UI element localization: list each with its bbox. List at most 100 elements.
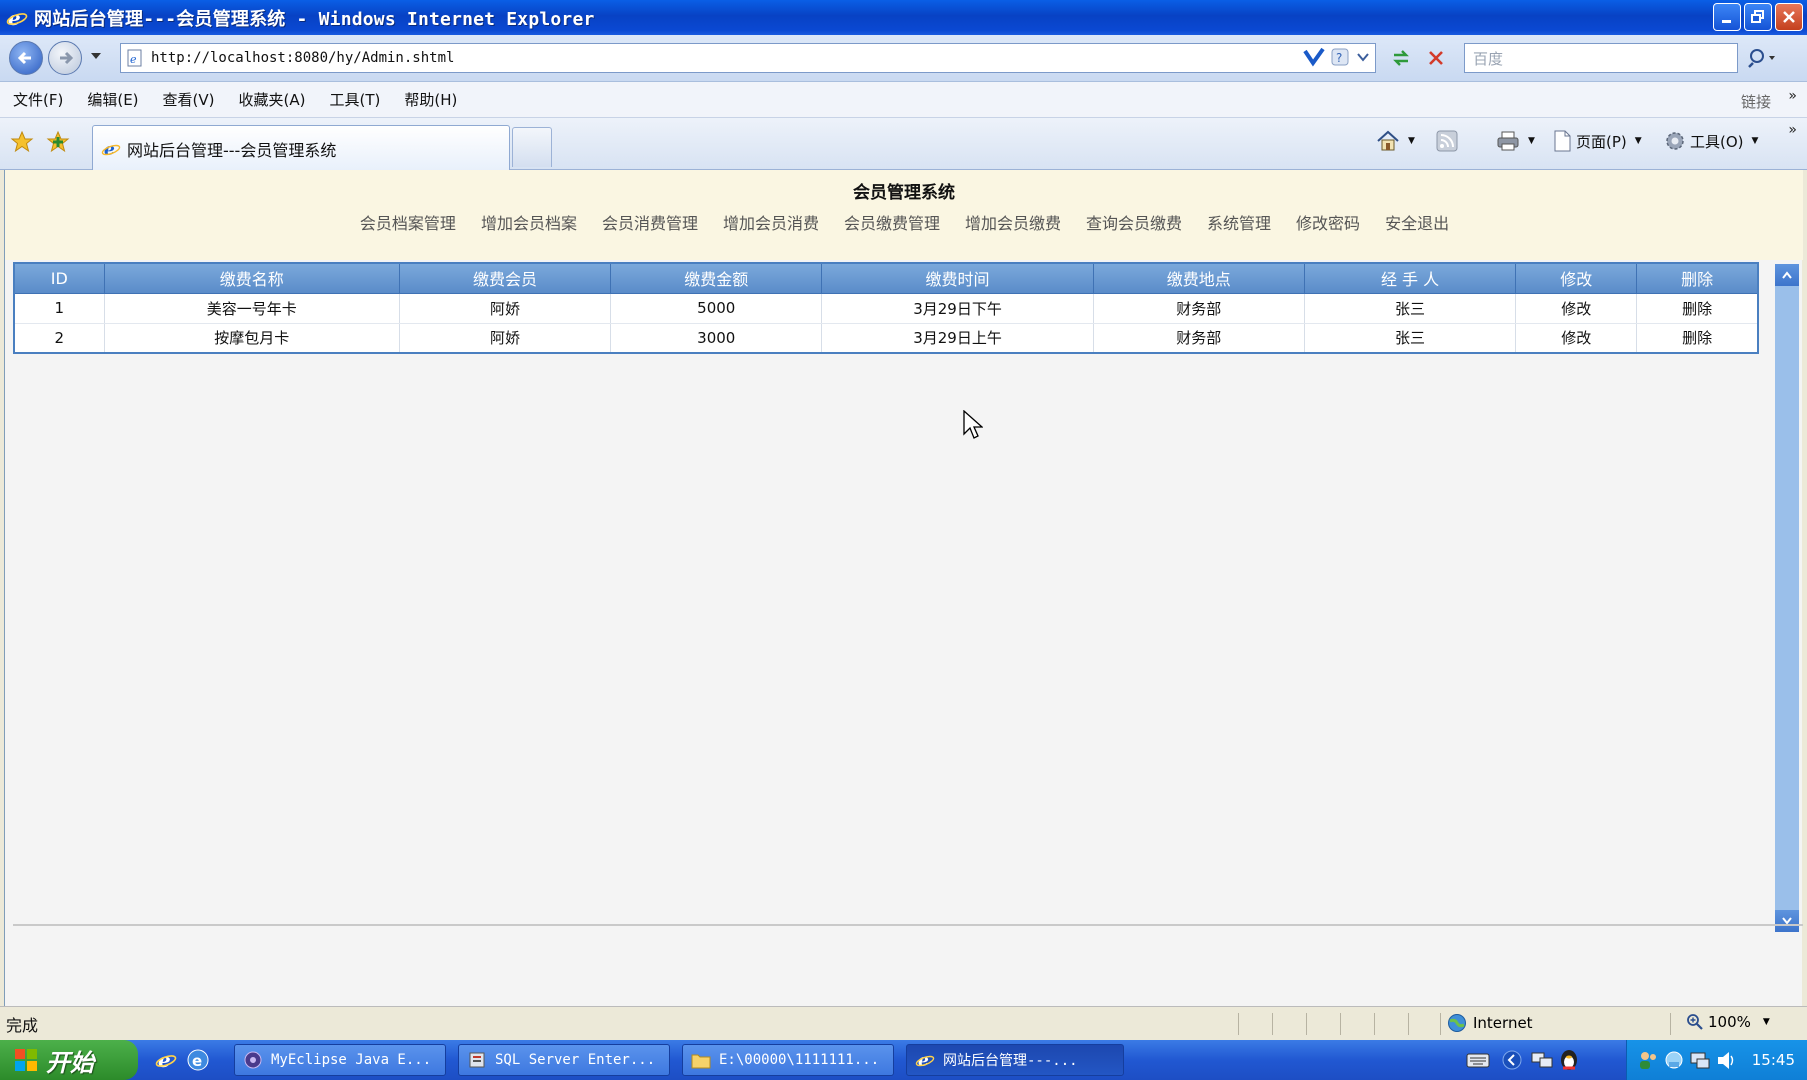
- menu-file[interactable]: 文件(F): [0, 89, 74, 110]
- nav-add-member-archive[interactable]: 增加会员档案: [468, 210, 589, 234]
- task-ie-active[interactable]: e 网站后台管理---...: [906, 1044, 1124, 1076]
- favorites-star-icon[interactable]: [10, 130, 34, 154]
- menu-tools[interactable]: 工具(T): [316, 89, 391, 110]
- feeds-button[interactable]: [1436, 130, 1458, 152]
- history-dropdown-icon[interactable]: [90, 51, 102, 61]
- col-header-edit: 修改: [1515, 262, 1638, 294]
- chevron-left-icon[interactable]: [1502, 1050, 1522, 1070]
- restore-button[interactable]: [1744, 3, 1772, 31]
- refresh-button[interactable]: [1386, 43, 1416, 73]
- print-button[interactable]: ▼: [1496, 130, 1535, 152]
- menu-favorites[interactable]: 收藏夹(A): [226, 89, 317, 110]
- chevron-right-icon[interactable]: »: [1788, 88, 1797, 104]
- folder-icon: [691, 1054, 711, 1069]
- chevron-right-icon[interactable]: »: [1788, 122, 1797, 138]
- compatibility-icon[interactable]: [1303, 47, 1325, 67]
- svg-text:?: ?: [1336, 51, 1342, 65]
- task-myeclipse[interactable]: MyEclipse Java E...: [234, 1044, 446, 1076]
- divider: [1440, 1013, 1441, 1035]
- delete-link[interactable]: 删除: [1636, 323, 1758, 354]
- nav-logout[interactable]: 安全退出: [1372, 210, 1461, 234]
- menu-help[interactable]: 帮助(H): [391, 89, 468, 110]
- cell-amount: 5000: [610, 293, 822, 324]
- edit-link[interactable]: 修改: [1515, 293, 1637, 324]
- close-icon: [1783, 11, 1795, 23]
- cell-location: 财务部: [1092, 323, 1305, 354]
- page-nav: 会员档案管理 增加会员档案 会员消费管理 增加会员消费 会员缴费管理 增加会员缴…: [5, 210, 1803, 234]
- nav-system-admin[interactable]: 系统管理: [1194, 210, 1283, 234]
- divider: [1306, 1013, 1307, 1035]
- network-icon[interactable]: [1530, 1050, 1554, 1070]
- windows-logo-icon: [15, 1049, 37, 1071]
- security-zone[interactable]: Internet: [1447, 1013, 1533, 1033]
- qq-penguin-icon[interactable]: [1558, 1048, 1580, 1072]
- zoom-dropdown-icon[interactable]: ▼: [1763, 1017, 1770, 1027]
- system-tray: 15:45: [1626, 1040, 1807, 1080]
- task-folder[interactable]: E:\00000\1111111...: [682, 1044, 894, 1076]
- zoom-control[interactable]: 100% ▼: [1686, 1013, 1770, 1031]
- back-button[interactable]: [9, 41, 43, 75]
- minimize-button[interactable]: [1713, 3, 1741, 31]
- volume-icon[interactable]: [1715, 1049, 1737, 1071]
- nav-member-archive[interactable]: 会员档案管理: [347, 210, 468, 234]
- nav-member-payment[interactable]: 会员缴费管理: [831, 210, 952, 234]
- nav-add-member-consumption[interactable]: 增加会员消费: [710, 210, 831, 234]
- eclipse-icon: [244, 1051, 262, 1069]
- search-placeholder: 百度: [1473, 49, 1504, 68]
- task-sql-server[interactable]: SQL Server Enter...: [458, 1044, 670, 1076]
- add-favorites-icon[interactable]: [46, 130, 70, 154]
- tab-bar: e 网站后台管理---会员管理系统 ▼ ▼ 页面(P) ▼ 工具(O) ▼ »: [0, 118, 1807, 171]
- links-toolbar[interactable]: 链接: [1741, 91, 1771, 112]
- cell-time: 3月29日上午: [821, 323, 1094, 354]
- start-label: 开始: [46, 1048, 94, 1077]
- nav-add-member-payment[interactable]: 增加会员缴费: [952, 210, 1073, 234]
- cell-id: 2: [13, 323, 105, 354]
- monitor-icon[interactable]: [1689, 1049, 1711, 1071]
- divider: [1670, 1013, 1671, 1035]
- stop-button[interactable]: [1421, 43, 1451, 73]
- menu-view[interactable]: 查看(V): [150, 89, 226, 110]
- ie-logo-icon: e: [6, 7, 28, 29]
- url-text: http://localhost:8080/hy/Admin.shtml: [151, 50, 455, 66]
- close-button[interactable]: [1775, 3, 1803, 31]
- quicklaunch-ie-icon[interactable]: e: [154, 1048, 178, 1072]
- address-dropdown-icon[interactable]: [1355, 47, 1371, 67]
- table-row: 2 按摩包月卡 阿娇 3000 3月29日上午 财务部 张三 修改 删除: [13, 323, 1758, 354]
- zone-label: Internet: [1473, 1014, 1533, 1032]
- address-field[interactable]: e http://localhost:8080/hy/Admin.shtml ?: [120, 43, 1376, 73]
- new-tab-button[interactable]: [512, 127, 552, 167]
- ie-icon: e: [915, 1051, 935, 1070]
- window-title-bar[interactable]: e 网站后台管理---会员管理系统 - Windows Internet Exp…: [0, 0, 1807, 35]
- keyboard-icon[interactable]: [1466, 1050, 1490, 1070]
- scroll-down-button[interactable]: [1775, 910, 1799, 932]
- page-menu-button[interactable]: 页面(P) ▼: [1552, 130, 1642, 152]
- zoom-icon: [1687, 1014, 1703, 1030]
- tools-menu-label: 工具(O): [1690, 132, 1744, 151]
- nav-change-password[interactable]: 修改密码: [1283, 210, 1372, 234]
- scroll-up-button[interactable]: [1775, 264, 1799, 286]
- quicklaunch-browser-icon[interactable]: e: [186, 1048, 210, 1072]
- start-button[interactable]: 开始: [0, 1040, 138, 1080]
- col-header-time: 缴费时间: [821, 262, 1094, 294]
- edit-link[interactable]: 修改: [1515, 323, 1637, 354]
- users-icon[interactable]: [1637, 1049, 1659, 1071]
- divider: [13, 924, 1803, 926]
- minimize-icon: [1722, 20, 1731, 23]
- menu-edit[interactable]: 编辑(E): [74, 89, 149, 110]
- delete-link[interactable]: 删除: [1636, 293, 1758, 324]
- search-button[interactable]: [1742, 45, 1782, 71]
- home-button[interactable]: ▼: [1376, 130, 1415, 152]
- cell-member: 阿娇: [398, 323, 611, 354]
- forward-button[interactable]: [48, 41, 82, 75]
- search-input[interactable]: 百度: [1464, 43, 1738, 73]
- nav-query-member-payment[interactable]: 查询会员缴费: [1073, 210, 1194, 234]
- help-icon[interactable]: ?: [1331, 47, 1349, 67]
- home-icon: [1377, 130, 1399, 151]
- nav-member-consumption[interactable]: 会员消费管理: [589, 210, 710, 234]
- cell-payment-name: 美容一号年卡: [103, 293, 400, 324]
- network-status-icon[interactable]: [1663, 1049, 1685, 1071]
- tools-menu-button[interactable]: 工具(O) ▼: [1664, 130, 1758, 152]
- vertical-scrollbar[interactable]: [1775, 264, 1799, 932]
- tab-active[interactable]: e 网站后台管理---会员管理系统: [92, 125, 510, 171]
- cell-member: 阿娇: [398, 293, 611, 324]
